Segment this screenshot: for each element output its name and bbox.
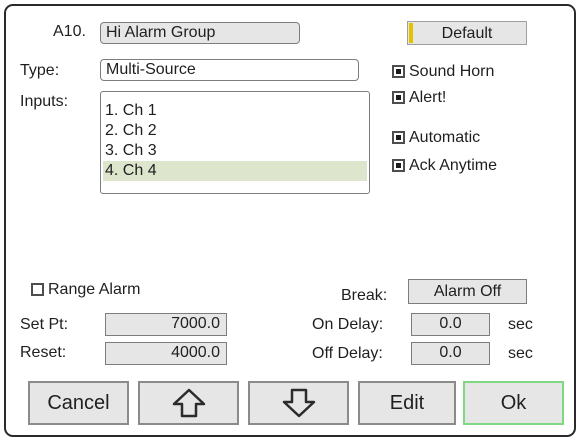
alert-checkbox[interactable] — [392, 91, 405, 104]
range-alarm-label: Range Alarm — [48, 281, 141, 298]
default-button[interactable]: Default — [407, 21, 527, 45]
down-arrow-icon — [282, 388, 315, 418]
reset-label: Reset: — [20, 344, 67, 361]
alarm-id-label: A10. — [53, 23, 86, 40]
alarm-config-screen: A10. Hi Alarm Group Default Type: Multi-… — [4, 4, 576, 437]
cancel-button[interactable]: Cancel — [28, 381, 129, 425]
type-label: Type: — [20, 62, 60, 79]
ack-anytime-checkbox[interactable] — [392, 159, 405, 172]
reset-field[interactable]: 4000.0 — [105, 342, 227, 365]
list-item-ch2[interactable]: 2. Ch 2 — [103, 121, 367, 141]
range-alarm-checkbox[interactable] — [31, 283, 44, 296]
ack-anytime-label: Ack Anytime — [409, 157, 498, 174]
edit-button[interactable]: Edit — [358, 381, 456, 425]
off-delay-unit: sec — [508, 345, 533, 362]
list-item-ch4[interactable]: 4. Ch 4 — [103, 161, 367, 181]
up-arrow-icon — [172, 388, 205, 418]
off-delay-label: Off Delay: — [312, 345, 383, 362]
type-field[interactable]: Multi-Source — [100, 59, 359, 81]
on-delay-unit: sec — [508, 316, 533, 333]
inputs-list[interactable]: 1. Ch 1 2. Ch 2 3. Ch 3 4. Ch 4 — [100, 91, 370, 194]
default-button-label: Default — [441, 25, 493, 42]
list-item-ch3[interactable]: 3. Ch 3 — [103, 141, 367, 161]
on-delay-field[interactable]: 0.0 — [411, 313, 490, 336]
cancel-button-label: Cancel — [47, 391, 110, 414]
move-up-button[interactable] — [138, 381, 239, 425]
set-pt-label: Set Pt: — [20, 316, 69, 333]
list-item-ch1[interactable]: 1. Ch 1 — [103, 101, 367, 121]
alarm-name-field[interactable]: Hi Alarm Group — [100, 22, 300, 44]
inputs-label: Inputs: — [20, 93, 69, 110]
off-delay-field[interactable]: 0.0 — [411, 342, 490, 365]
edit-button-label: Edit — [389, 391, 425, 414]
ok-button[interactable]: Ok — [463, 381, 564, 425]
break-field[interactable]: Alarm Off — [408, 279, 527, 304]
automatic-label: Automatic — [409, 129, 481, 146]
move-down-button[interactable] — [248, 381, 349, 425]
alert-label: Alert! — [409, 89, 447, 106]
set-pt-field[interactable]: 7000.0 — [105, 313, 227, 336]
on-delay-label: On Delay: — [312, 316, 384, 333]
sound-horn-checkbox[interactable] — [392, 65, 405, 78]
automatic-checkbox[interactable] — [392, 131, 405, 144]
sound-horn-label: Sound Horn — [409, 63, 495, 80]
break-label: Break: — [341, 287, 388, 304]
ok-button-label: Ok — [500, 391, 527, 414]
